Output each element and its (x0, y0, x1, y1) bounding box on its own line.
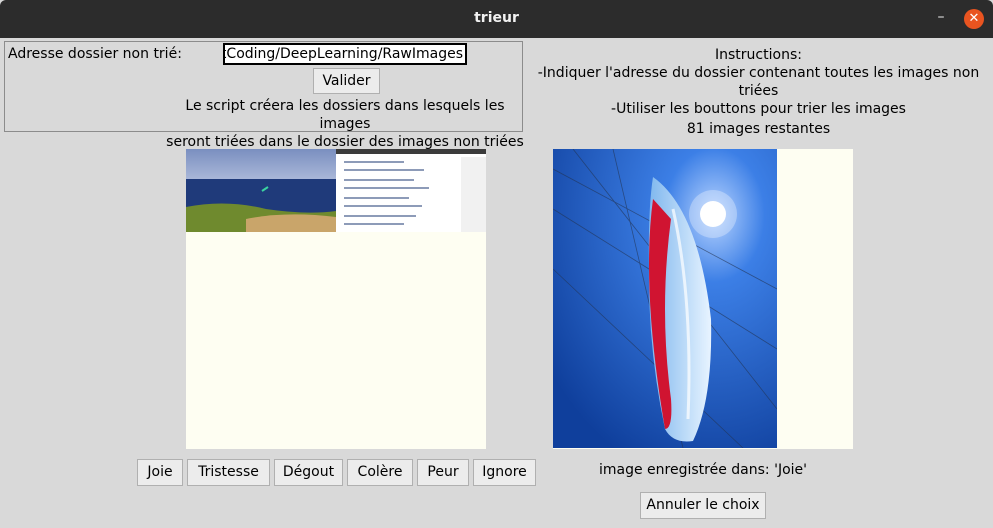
instructions-title: Instructions: (715, 47, 802, 63)
window-title: trieur (474, 10, 519, 26)
category-button-ignore[interactable]: Ignore (473, 459, 536, 486)
instructions-line2: -Utiliser les bouttons pour trier les im… (611, 101, 906, 117)
title-bar: trieur – ✕ (0, 0, 993, 38)
close-icon[interactable]: ✕ (964, 9, 984, 29)
folder-label: Adresse dossier non trié: (8, 46, 182, 62)
folder-note: Le script créera les dossiers dans lesqu… (160, 97, 530, 151)
saved-status: image enregistrée dans: 'Joie' (599, 462, 807, 478)
current-image (186, 149, 486, 232)
category-button-tristesse[interactable]: Tristesse (187, 459, 270, 486)
category-button-peur[interactable]: Peur (417, 459, 469, 486)
category-button-colere[interactable]: Colère (347, 459, 413, 486)
previous-image (553, 149, 777, 448)
undo-button[interactable]: Annuler le choix (640, 492, 766, 519)
folder-path-input[interactable]: ustCoding/DeepLearning/RawImages (223, 43, 467, 65)
minimize-icon[interactable]: – (934, 9, 948, 27)
instructions-block: Instructions: -Indiquer l'adresse du dos… (524, 46, 993, 138)
folder-path-value: ustCoding/DeepLearning/RawImages (223, 46, 463, 62)
remaining-count: 81 images restantes (686, 121, 831, 137)
folder-note-line1: Le script créera les dossiers dans lesqu… (185, 98, 505, 132)
category-button-joie[interactable]: Joie (137, 459, 183, 486)
instructions-line1: -Indiquer l'adresse du dossier contenant… (537, 65, 980, 99)
category-button-degout[interactable]: Dégout (274, 459, 343, 486)
validate-button[interactable]: Valider (313, 68, 380, 94)
